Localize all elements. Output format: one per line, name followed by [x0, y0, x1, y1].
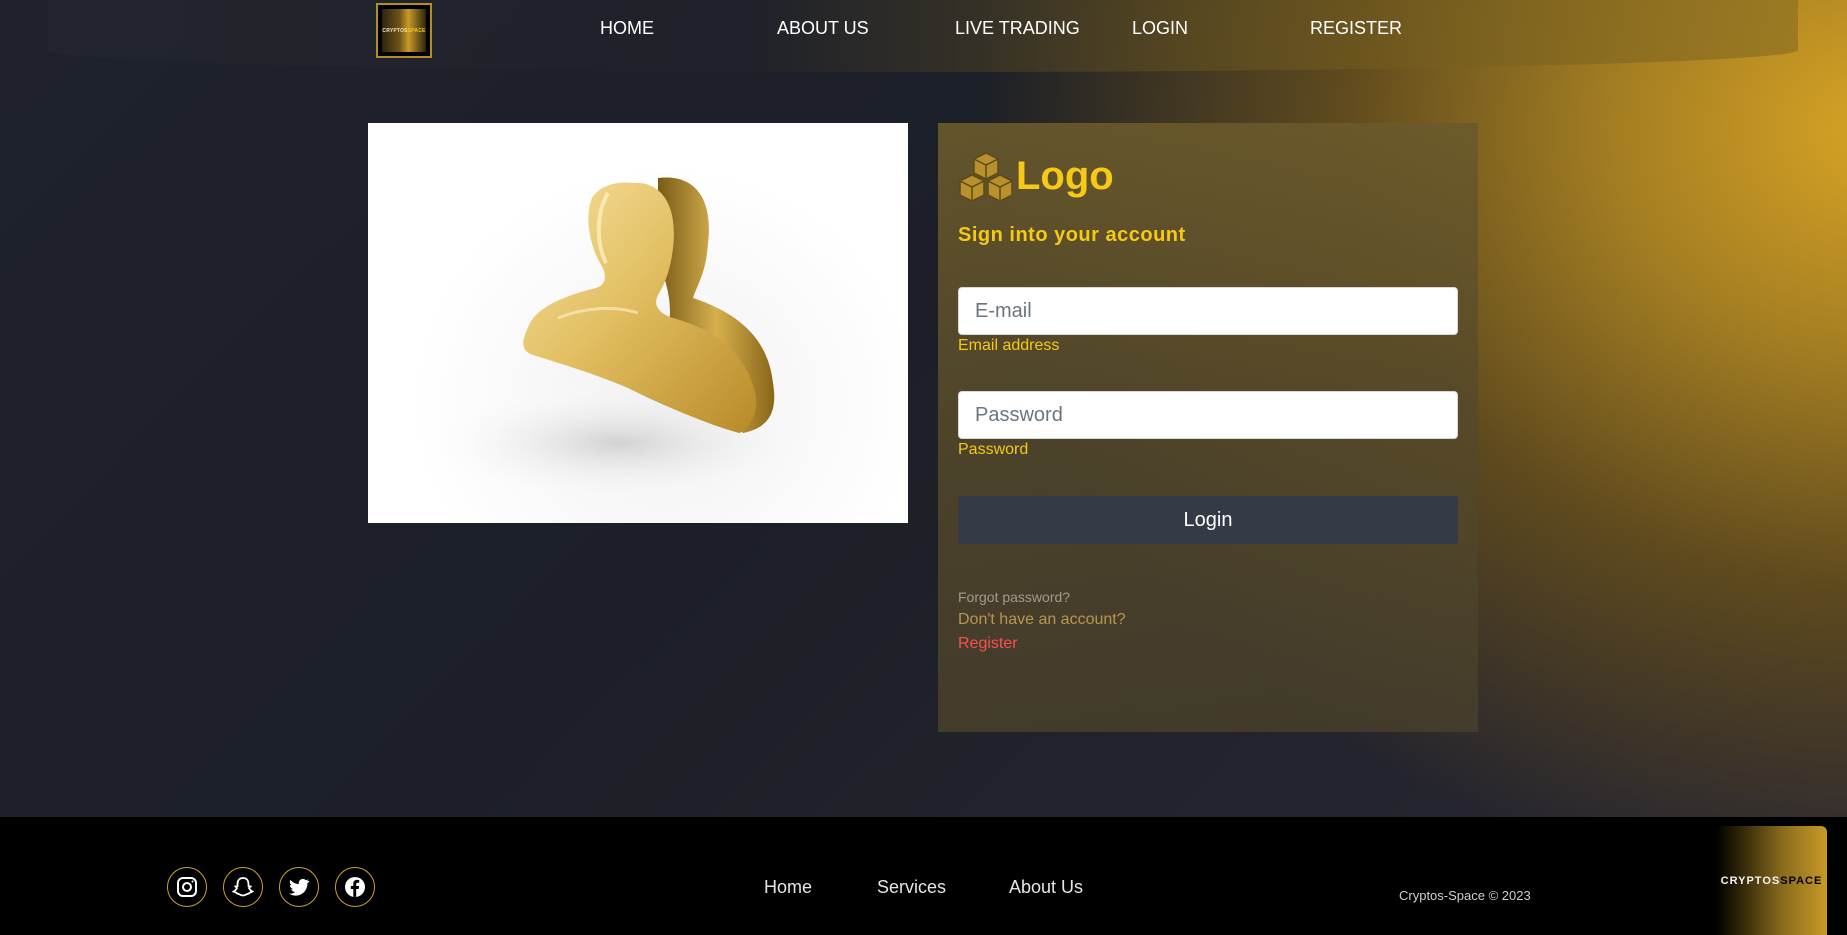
gold-user-silhouette-icon	[418, 177, 818, 503]
facebook-icon[interactable]	[335, 867, 375, 907]
footer-link-services[interactable]: Services	[877, 877, 946, 898]
card-logo: Logo	[958, 150, 1114, 202]
nav-home[interactable]: HOME	[600, 18, 654, 39]
brand-text-left: CRYPTOS	[382, 27, 408, 34]
signin-title: Sign into your account	[958, 224, 1186, 246]
footer: Home Services About Us Cryptos-Space © 2…	[0, 817, 1847, 935]
email-input[interactable]	[958, 287, 1458, 335]
register-link[interactable]: Register	[958, 635, 1018, 653]
nav-live-trading[interactable]: LIVE TRADING	[955, 18, 1080, 39]
login-card: Logo Sign into your account Email addres…	[938, 123, 1478, 732]
footer-link-about-us[interactable]: About Us	[1009, 877, 1083, 898]
nav-register[interactable]: REGISTER	[1310, 18, 1402, 39]
copyright-text: Cryptos-Space © 2023	[1399, 888, 1531, 903]
no-account-text: Don't have an account?	[958, 611, 1126, 628]
instagram-icon[interactable]	[167, 867, 207, 907]
email-label: Email address	[958, 337, 1060, 354]
nav-login[interactable]: LOGIN	[1132, 18, 1188, 39]
password-label: Password	[958, 441, 1029, 458]
nav-about-us[interactable]: ABOUT US	[777, 18, 869, 39]
footer-brand-badge[interactable]: CRYPTOS SPACE	[1716, 826, 1827, 935]
forgot-password-link[interactable]: Forgot password?	[958, 589, 1070, 605]
snapchat-icon[interactable]	[223, 867, 263, 907]
footer-link-home[interactable]: Home	[764, 877, 812, 898]
twitter-icon[interactable]	[279, 867, 319, 907]
login-button[interactable]: Login	[958, 496, 1458, 544]
brand-text-right: SPACE	[407, 27, 426, 34]
brand-logo-mark: CRYPTOS SPACE	[382, 9, 426, 52]
password-input[interactable]	[958, 391, 1458, 439]
logo-text: Logo	[1016, 153, 1114, 198]
gold-user-avatar-image	[368, 123, 908, 523]
top-navbar	[48, 0, 1798, 72]
cubes-icon	[959, 152, 1013, 201]
badge-text-left: CRYPTOS	[1720, 874, 1781, 887]
brand-logo[interactable]: CRYPTOS SPACE	[376, 3, 432, 58]
badge-text-right: SPACE	[1780, 874, 1823, 887]
